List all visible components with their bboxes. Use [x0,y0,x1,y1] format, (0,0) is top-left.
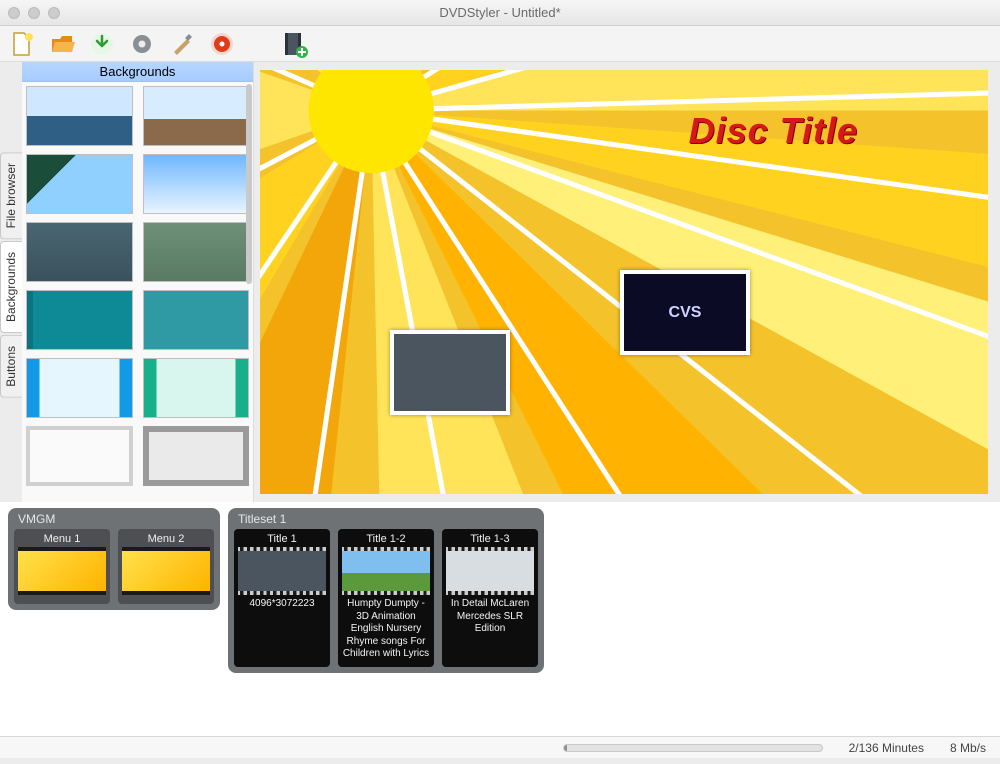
tab-backgrounds[interactable]: Backgrounds [0,241,22,333]
tools-icon [169,31,195,57]
add-video-icon [280,30,308,58]
burn-disc-button[interactable] [208,30,236,58]
backgrounds-scrollbar[interactable] [246,84,252,284]
backgrounds-panel-header: Backgrounds [22,62,253,82]
timeline-item-title[interactable]: Title 1-2 Humpty Dumpty - 3D Animation E… [338,529,434,667]
timeline-item-thumb [238,547,326,595]
timeline-item-title[interactable]: Title 1-3 In Detail McLaren Mercedes SLR… [442,529,538,667]
timeline-group-header: VMGM [14,512,214,529]
status-minutes: 2/136 Minutes [849,741,924,755]
background-thumb[interactable] [143,222,250,282]
menu-thumb-2[interactable]: CVS [620,270,750,355]
save-icon [89,31,115,57]
open-project-button[interactable] [48,30,76,58]
timeline-item-header: Title 1 [267,533,297,547]
timeline-item-header: Title 1-3 [470,533,509,547]
tab-file-browser[interactable]: File browser [0,152,22,239]
disc-usage-progress [563,744,823,752]
background-thumb[interactable] [26,86,133,146]
window-title: DVDStyler - Untitled* [0,5,1000,20]
timeline-group-titleset: Titleset 1 Title 1 4096*3072223 Title 1-… [228,508,544,673]
timeline-group-vmgm: VMGM Menu 1 Menu 2 [8,508,220,610]
background-thumb[interactable] [26,426,133,486]
backgrounds-thumbs [22,82,253,502]
timeline: VMGM Menu 1 Menu 2 Titleset 1 Title 1 40… [0,502,1000,736]
timeline-item-thumb [342,547,430,595]
background-thumb[interactable] [26,154,133,214]
add-video-button[interactable] [280,30,308,58]
tools-button[interactable] [168,30,196,58]
disc-title-text[interactable]: Disc Title [689,110,858,152]
timeline-item-thumb [446,547,534,595]
timeline-item-thumb [122,547,210,595]
tab-buttons[interactable]: Buttons [0,335,22,398]
window-titlebar: DVDStyler - Untitled* [0,0,1000,26]
background-thumb[interactable] [143,358,250,418]
settings-button[interactable] [128,30,156,58]
file-new-icon [9,31,35,57]
timeline-item-header: Title 1-2 [366,533,405,547]
timeline-item-title[interactable]: Title 1 4096*3072223 [234,529,330,667]
background-thumb[interactable] [143,426,250,486]
timeline-item-thumb [18,547,106,595]
menu-canvas[interactable]: Disc Title CVS [260,70,988,494]
menu-preview-pane: Disc Title CVS [254,62,1000,502]
timeline-item-header: Menu 1 [44,533,81,547]
backgrounds-panel: Backgrounds [22,62,254,502]
background-thumb[interactable] [143,86,250,146]
background-thumb[interactable] [26,222,133,282]
timeline-item-menu[interactable]: Menu 2 [118,529,214,604]
timeline-item-header: Menu 2 [148,533,185,547]
status-bitrate: 8 Mb/s [950,741,986,755]
disc-usage-progress-fill [564,745,568,751]
timeline-item-menu[interactable]: Menu 1 [14,529,110,604]
timeline-item-caption: Humpty Dumpty - 3D Animation English Nur… [342,595,430,661]
new-project-button[interactable] [8,30,36,58]
menu-thumb-1[interactable] [390,330,510,415]
background-thumb[interactable] [26,290,133,350]
folder-open-icon [49,31,75,57]
timeline-item-caption: 4096*3072223 [249,595,314,611]
background-thumb[interactable] [143,290,250,350]
status-bar: 2/136 Minutes 8 Mb/s [0,736,1000,758]
gear-icon [129,31,155,57]
timeline-item-caption: In Detail McLaren Mercedes SLR Edition [446,595,534,636]
main-toolbar [0,26,1000,62]
background-thumb[interactable] [143,154,250,214]
save-project-button[interactable] [88,30,116,58]
main-area: File browser Backgrounds Buttons Backgro… [0,62,1000,502]
background-thumb[interactable] [26,358,133,418]
menu-thumb-2-label: CVS [669,304,702,322]
side-tabs: File browser Backgrounds Buttons [0,62,22,502]
burn-disc-icon [209,31,235,57]
timeline-group-header: Titleset 1 [234,512,538,529]
